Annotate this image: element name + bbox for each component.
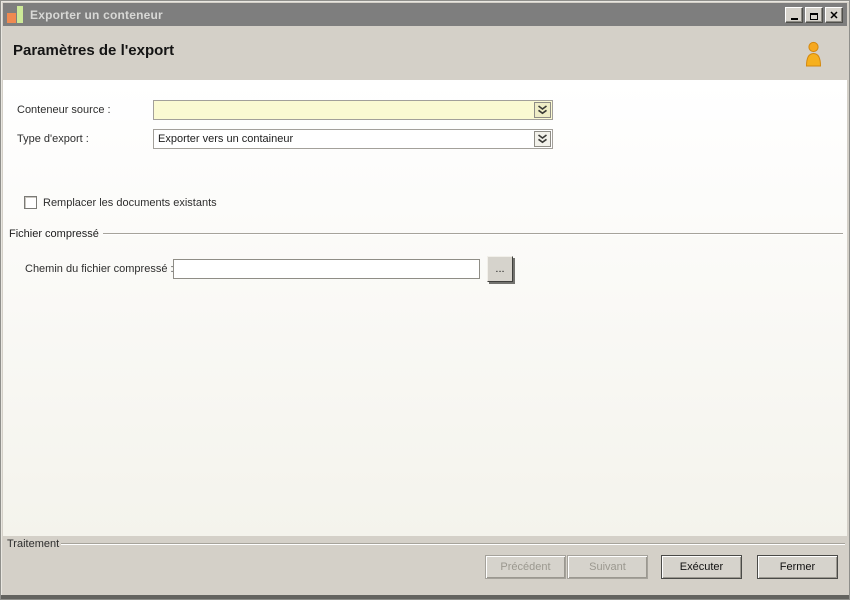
maximize-icon: [810, 12, 818, 20]
user-icon: [805, 41, 822, 67]
export-type-dropdown-button[interactable]: [534, 131, 551, 147]
minimize-button[interactable]: [785, 6, 803, 23]
export-type-label: Type d'export :: [17, 133, 89, 145]
content-panel: Conteneur source : Type d'export : Expor…: [3, 80, 847, 538]
compressed-file-group-line: [103, 233, 843, 235]
titlebar: Exporter un conteneur: [3, 3, 847, 26]
close-button[interactable]: [825, 6, 843, 23]
compressed-path-input[interactable]: [173, 259, 480, 279]
window-title: Exporter un conteneur: [30, 7, 163, 22]
wizard-header: Paramètres de l'export: [3, 26, 847, 80]
bar-chart-icon: [7, 5, 24, 24]
export-type-combobox[interactable]: Exporter vers un containeur: [153, 129, 553, 149]
next-button[interactable]: Suivant: [567, 555, 648, 579]
treatment-group-label: Traitement: [7, 538, 60, 550]
window-controls: [785, 6, 843, 23]
replace-documents-checkbox[interactable]: [24, 196, 37, 209]
treatment-group-line: [61, 543, 845, 545]
compressed-file-group-title: Fichier compressé: [9, 228, 99, 240]
browse-button-label: ...: [495, 263, 505, 275]
container-source-combobox[interactable]: [153, 100, 553, 120]
execute-button[interactable]: Exécuter: [661, 555, 742, 579]
export-type-value: Exporter vers un containeur: [158, 133, 294, 145]
minimize-icon: [790, 17, 798, 20]
double-chevron-down-icon: [538, 105, 547, 115]
close-icon: [830, 10, 838, 19]
double-chevron-down-icon: [538, 134, 547, 144]
page-title: Paramètres de l'export: [13, 42, 175, 59]
close-dialog-button[interactable]: Fermer: [757, 555, 838, 579]
maximize-button[interactable]: [805, 6, 823, 23]
container-source-dropdown-button[interactable]: [534, 102, 551, 118]
footer-panel: Traitement Précédent Suivant Exécuter Fe…: [3, 536, 847, 595]
compressed-path-label: Chemin du fichier compressé :: [25, 263, 174, 275]
export-container-dialog: Exporter un conteneur Paramètres de l'ex…: [0, 0, 850, 600]
container-source-label: Conteneur source :: [17, 104, 111, 116]
container-source-value: [154, 101, 533, 119]
replace-documents-label: Remplacer les documents existants: [43, 197, 217, 209]
browse-button[interactable]: ...: [487, 256, 513, 282]
previous-button[interactable]: Précédent: [485, 555, 566, 579]
